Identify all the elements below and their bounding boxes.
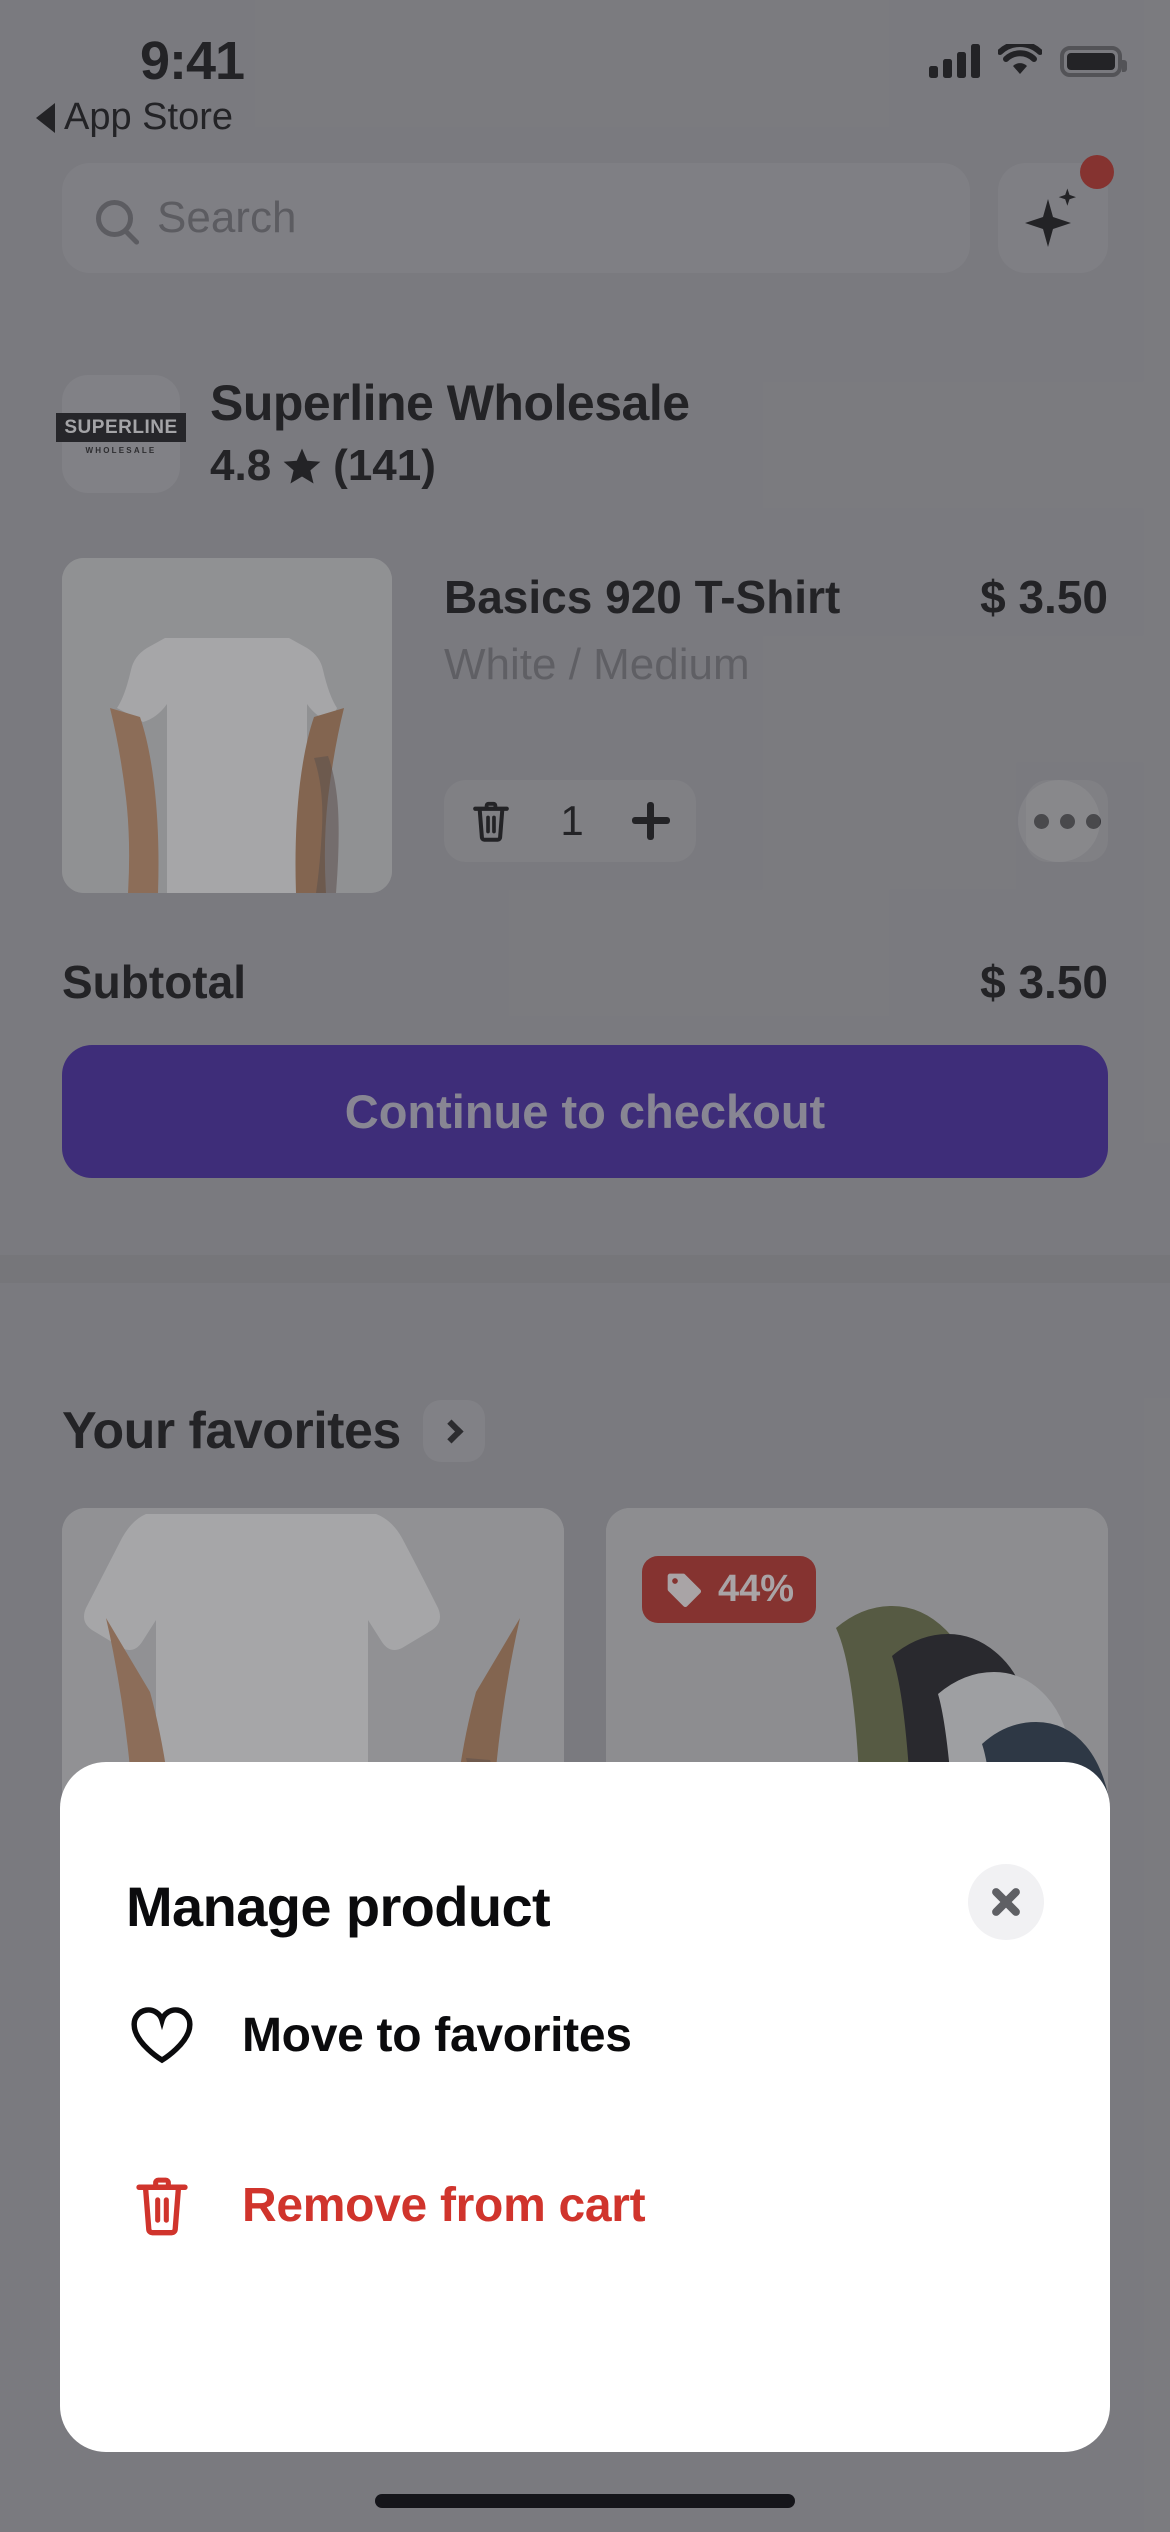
heart-outline-icon (126, 1999, 198, 2071)
manage-product-sheet: Manage product Move to favorites Remove … (60, 1762, 1110, 2452)
menu-item-label: Move to favorites (242, 2008, 632, 2062)
sheet-title: Manage product (126, 1875, 551, 1938)
home-indicator[interactable] (375, 2494, 795, 2508)
menu-item-label: Remove from cart (242, 2178, 646, 2232)
trash-icon (126, 2169, 198, 2241)
menu-item-move-to-favorites[interactable]: Move to favorites (126, 1980, 1044, 2090)
menu-item-remove-from-cart[interactable]: Remove from cart (126, 2150, 1044, 2260)
close-icon (988, 1884, 1024, 1920)
close-button[interactable] (968, 1864, 1044, 1940)
